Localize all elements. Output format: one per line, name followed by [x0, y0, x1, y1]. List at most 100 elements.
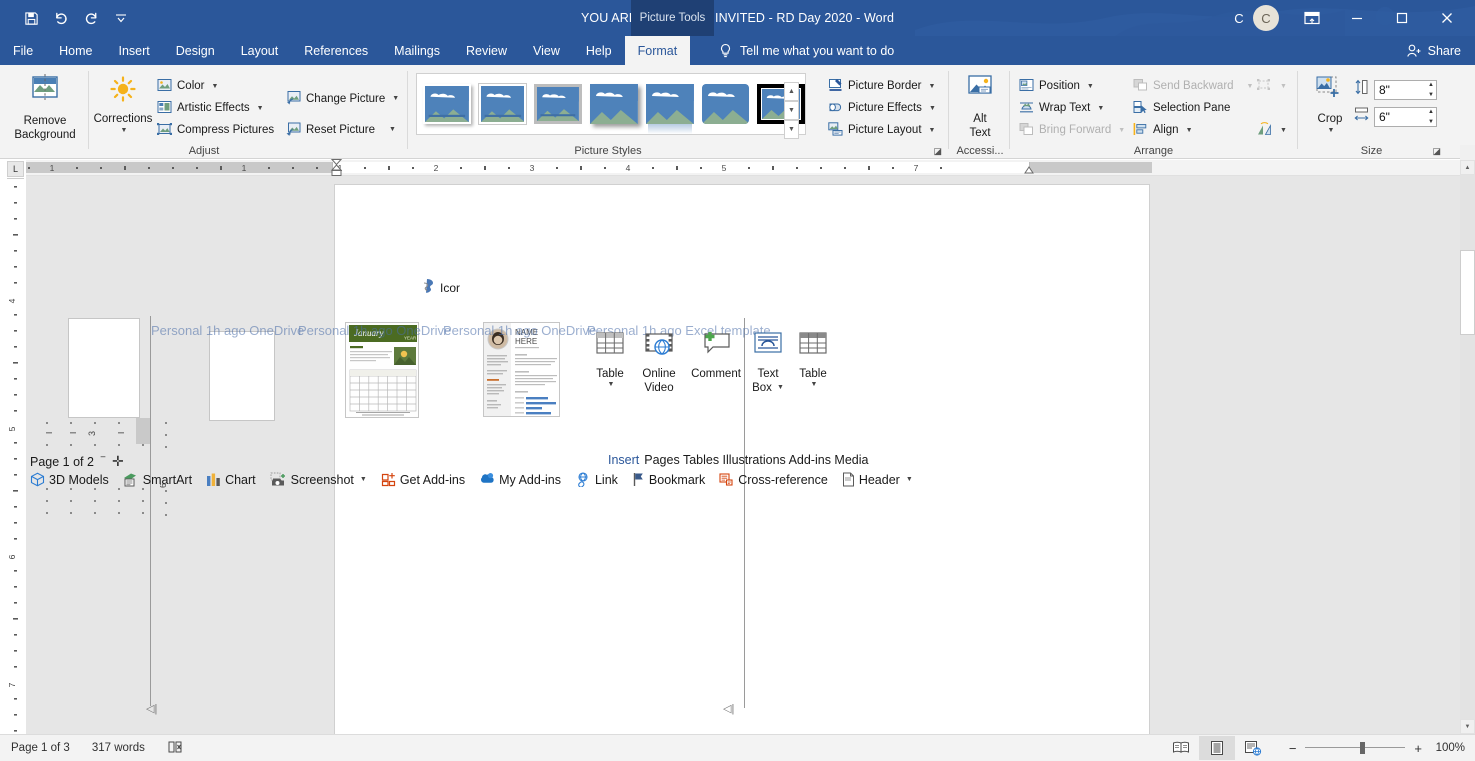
ghost-table-button[interactable]: Table ▼ [588, 330, 632, 390]
width-spin-up-icon[interactable]: ▲ [1428, 109, 1434, 115]
width-spin-down-icon[interactable]: ▼ [1428, 119, 1434, 125]
zoom-slider-thumb[interactable] [1360, 742, 1365, 754]
picture-styles-gallery[interactable]: ▲ ▼ ▼ [416, 73, 806, 135]
picture-layout-caret-icon[interactable]: ▼ [929, 127, 936, 134]
proofing-errors-icon[interactable] [167, 740, 183, 757]
account-avatar[interactable]: C [1253, 5, 1279, 31]
alt-text-button[interactable]: Alt Text [956, 73, 1004, 140]
ghost-cross-reference-button[interactable]: Cross-reference [719, 472, 828, 487]
rotate-button[interactable]: ▼ [1256, 119, 1287, 141]
scroll-up-button[interactable]: ▲ [1460, 160, 1475, 175]
change-picture-caret-icon[interactable]: ▼ [392, 95, 399, 102]
share-button[interactable]: Share [1406, 36, 1461, 65]
close-button[interactable] [1424, 0, 1469, 36]
crop-button[interactable]: Crop ▼ [1309, 75, 1351, 136]
ghost-online-video-button[interactable]: Online Video [634, 330, 684, 395]
zoom-level-label[interactable]: 100% [1431, 742, 1465, 754]
corrections-button[interactable]: Corrections ▼ [95, 75, 151, 136]
ghost-get-addins-button[interactable]: Get Add-ins [381, 472, 465, 487]
scroll-down-button[interactable]: ▼ [1460, 719, 1475, 734]
picture-border-button[interactable]: Picture Border ▼ [828, 75, 936, 97]
position-caret-icon[interactable]: ▼ [1087, 83, 1094, 90]
rotate-caret-icon[interactable]: ▼ [1280, 127, 1287, 134]
vertical-scroll-track[interactable] [1460, 175, 1475, 719]
blank-document-thumbnail-2[interactable] [209, 331, 275, 421]
picture-style-option-6[interactable] [702, 84, 750, 124]
picture-styles-dialog-launcher[interactable]: ◪ [933, 146, 942, 157]
picture-style-option-5[interactable] [646, 84, 694, 124]
blank-document-thumbnail[interactable] [68, 318, 140, 418]
customize-qat-button[interactable] [106, 6, 136, 30]
tab-insert[interactable]: Insert [106, 36, 163, 65]
ghost-text-box-caret-icon[interactable]: ▼ [777, 384, 784, 393]
position-button[interactable]: Position ▼ [1019, 75, 1125, 97]
horizontal-ruler[interactable]: 1 1 1 2 3 4 5 7 [26, 160, 1460, 176]
redo-button[interactable] [76, 6, 106, 30]
gallery-more-button[interactable]: ▼ [784, 120, 799, 139]
ribbon-display-options-icon[interactable] [1289, 0, 1334, 36]
picture-effects-button[interactable]: Picture Effects ▼ [828, 97, 936, 119]
tell-me-search[interactable]: Tell me what you want to do [718, 36, 894, 65]
gallery-scroll-down-button[interactable]: ▼ [784, 101, 799, 120]
wrap-text-caret-icon[interactable]: ▼ [1097, 105, 1104, 112]
right-indent-marker[interactable] [1022, 163, 1040, 175]
align-button[interactable]: Align ▼ [1133, 119, 1253, 141]
ghost-header-caret-icon[interactable]: ▼ [906, 476, 913, 483]
picture-border-caret-icon[interactable]: ▼ [929, 83, 936, 90]
ghost-screenshot-button[interactable]: Screenshot ▼ [270, 472, 367, 487]
tab-references[interactable]: References [291, 36, 381, 65]
color-button[interactable]: Color ▼ [157, 75, 274, 97]
document-canvas[interactable]: Icor January YEAR [26, 176, 1460, 734]
web-layout-button[interactable] [1235, 736, 1271, 760]
picture-style-option-2[interactable] [479, 84, 527, 124]
tab-view[interactable]: View [520, 36, 573, 65]
ghost-smartart-button[interactable]: SmartArt [123, 472, 192, 487]
tab-design[interactable]: Design [163, 36, 228, 65]
ghost-icons-button[interactable]: Icor [421, 278, 460, 297]
ghost-text-box-button[interactable]: Text Box ▼ [748, 330, 788, 395]
picture-style-option-4[interactable] [590, 84, 638, 124]
size-dialog-launcher[interactable]: ◪ [1432, 146, 1441, 157]
ghost-header-button[interactable]: Header ▼ [842, 472, 913, 487]
tab-review[interactable]: Review [453, 36, 520, 65]
shape-height-field[interactable]: 8" ▲ ▼ [1374, 80, 1437, 100]
zoom-out-button[interactable]: − [1289, 741, 1297, 756]
height-spin-up-icon[interactable]: ▲ [1428, 82, 1434, 88]
tab-format[interactable]: Format [625, 36, 691, 65]
picture-effects-caret-icon[interactable]: ▼ [929, 105, 936, 112]
tab-home[interactable]: Home [46, 36, 105, 65]
height-spin-down-icon[interactable]: ▼ [1428, 92, 1434, 98]
read-mode-button[interactable] [1163, 736, 1199, 760]
remove-background-button[interactable]: Remove Background [10, 73, 80, 142]
maximize-button[interactable] [1379, 0, 1424, 36]
word-count[interactable]: 317 words [92, 742, 145, 754]
tab-stop-selector[interactable]: L [7, 161, 24, 177]
ghost-zoom-out-icon[interactable]: ‾ [101, 455, 105, 469]
save-button[interactable] [16, 6, 46, 30]
change-picture-button[interactable]: Change Picture ▼ [285, 83, 399, 114]
color-caret-icon[interactable]: ▼ [211, 83, 218, 90]
selection-pane-button[interactable]: Selection Pane [1133, 97, 1253, 119]
tab-help[interactable]: Help [573, 36, 625, 65]
tab-layout[interactable]: Layout [228, 36, 292, 65]
artistic-effects-button[interactable]: Artistic Effects ▼ [157, 97, 274, 119]
reset-picture-button[interactable]: Reset Picture ▼ [285, 114, 399, 145]
ghost-chart-button[interactable]: Chart [206, 472, 256, 487]
ghost-3d-models-button[interactable]: 3D Models [30, 472, 109, 487]
tab-mailings[interactable]: Mailings [381, 36, 453, 65]
zoom-in-button[interactable]: + [1414, 741, 1422, 756]
minimize-button[interactable] [1334, 0, 1379, 36]
ghost-screenshot-caret-icon[interactable]: ▼ [360, 476, 367, 483]
ghost-link-button[interactable]: Link [575, 472, 618, 487]
align-caret-icon[interactable]: ▼ [1186, 127, 1193, 134]
corrections-caret-icon[interactable]: ▼ [121, 127, 128, 136]
compress-pictures-button[interactable]: Compress Pictures [157, 119, 274, 141]
gallery-scroll-up-button[interactable]: ▲ [784, 82, 799, 101]
print-layout-button[interactable] [1199, 736, 1235, 760]
artistic-effects-caret-icon[interactable]: ▼ [257, 105, 264, 112]
ghost-table-2-caret-icon[interactable]: ▼ [811, 381, 818, 390]
ghost-table-button-2[interactable]: Table ▼ [791, 330, 835, 390]
wrap-text-button[interactable]: Wrap Text ▼ [1019, 97, 1125, 119]
tab-file[interactable]: File [0, 36, 46, 65]
ghost-my-addins-button[interactable]: My Add-ins [479, 472, 561, 487]
